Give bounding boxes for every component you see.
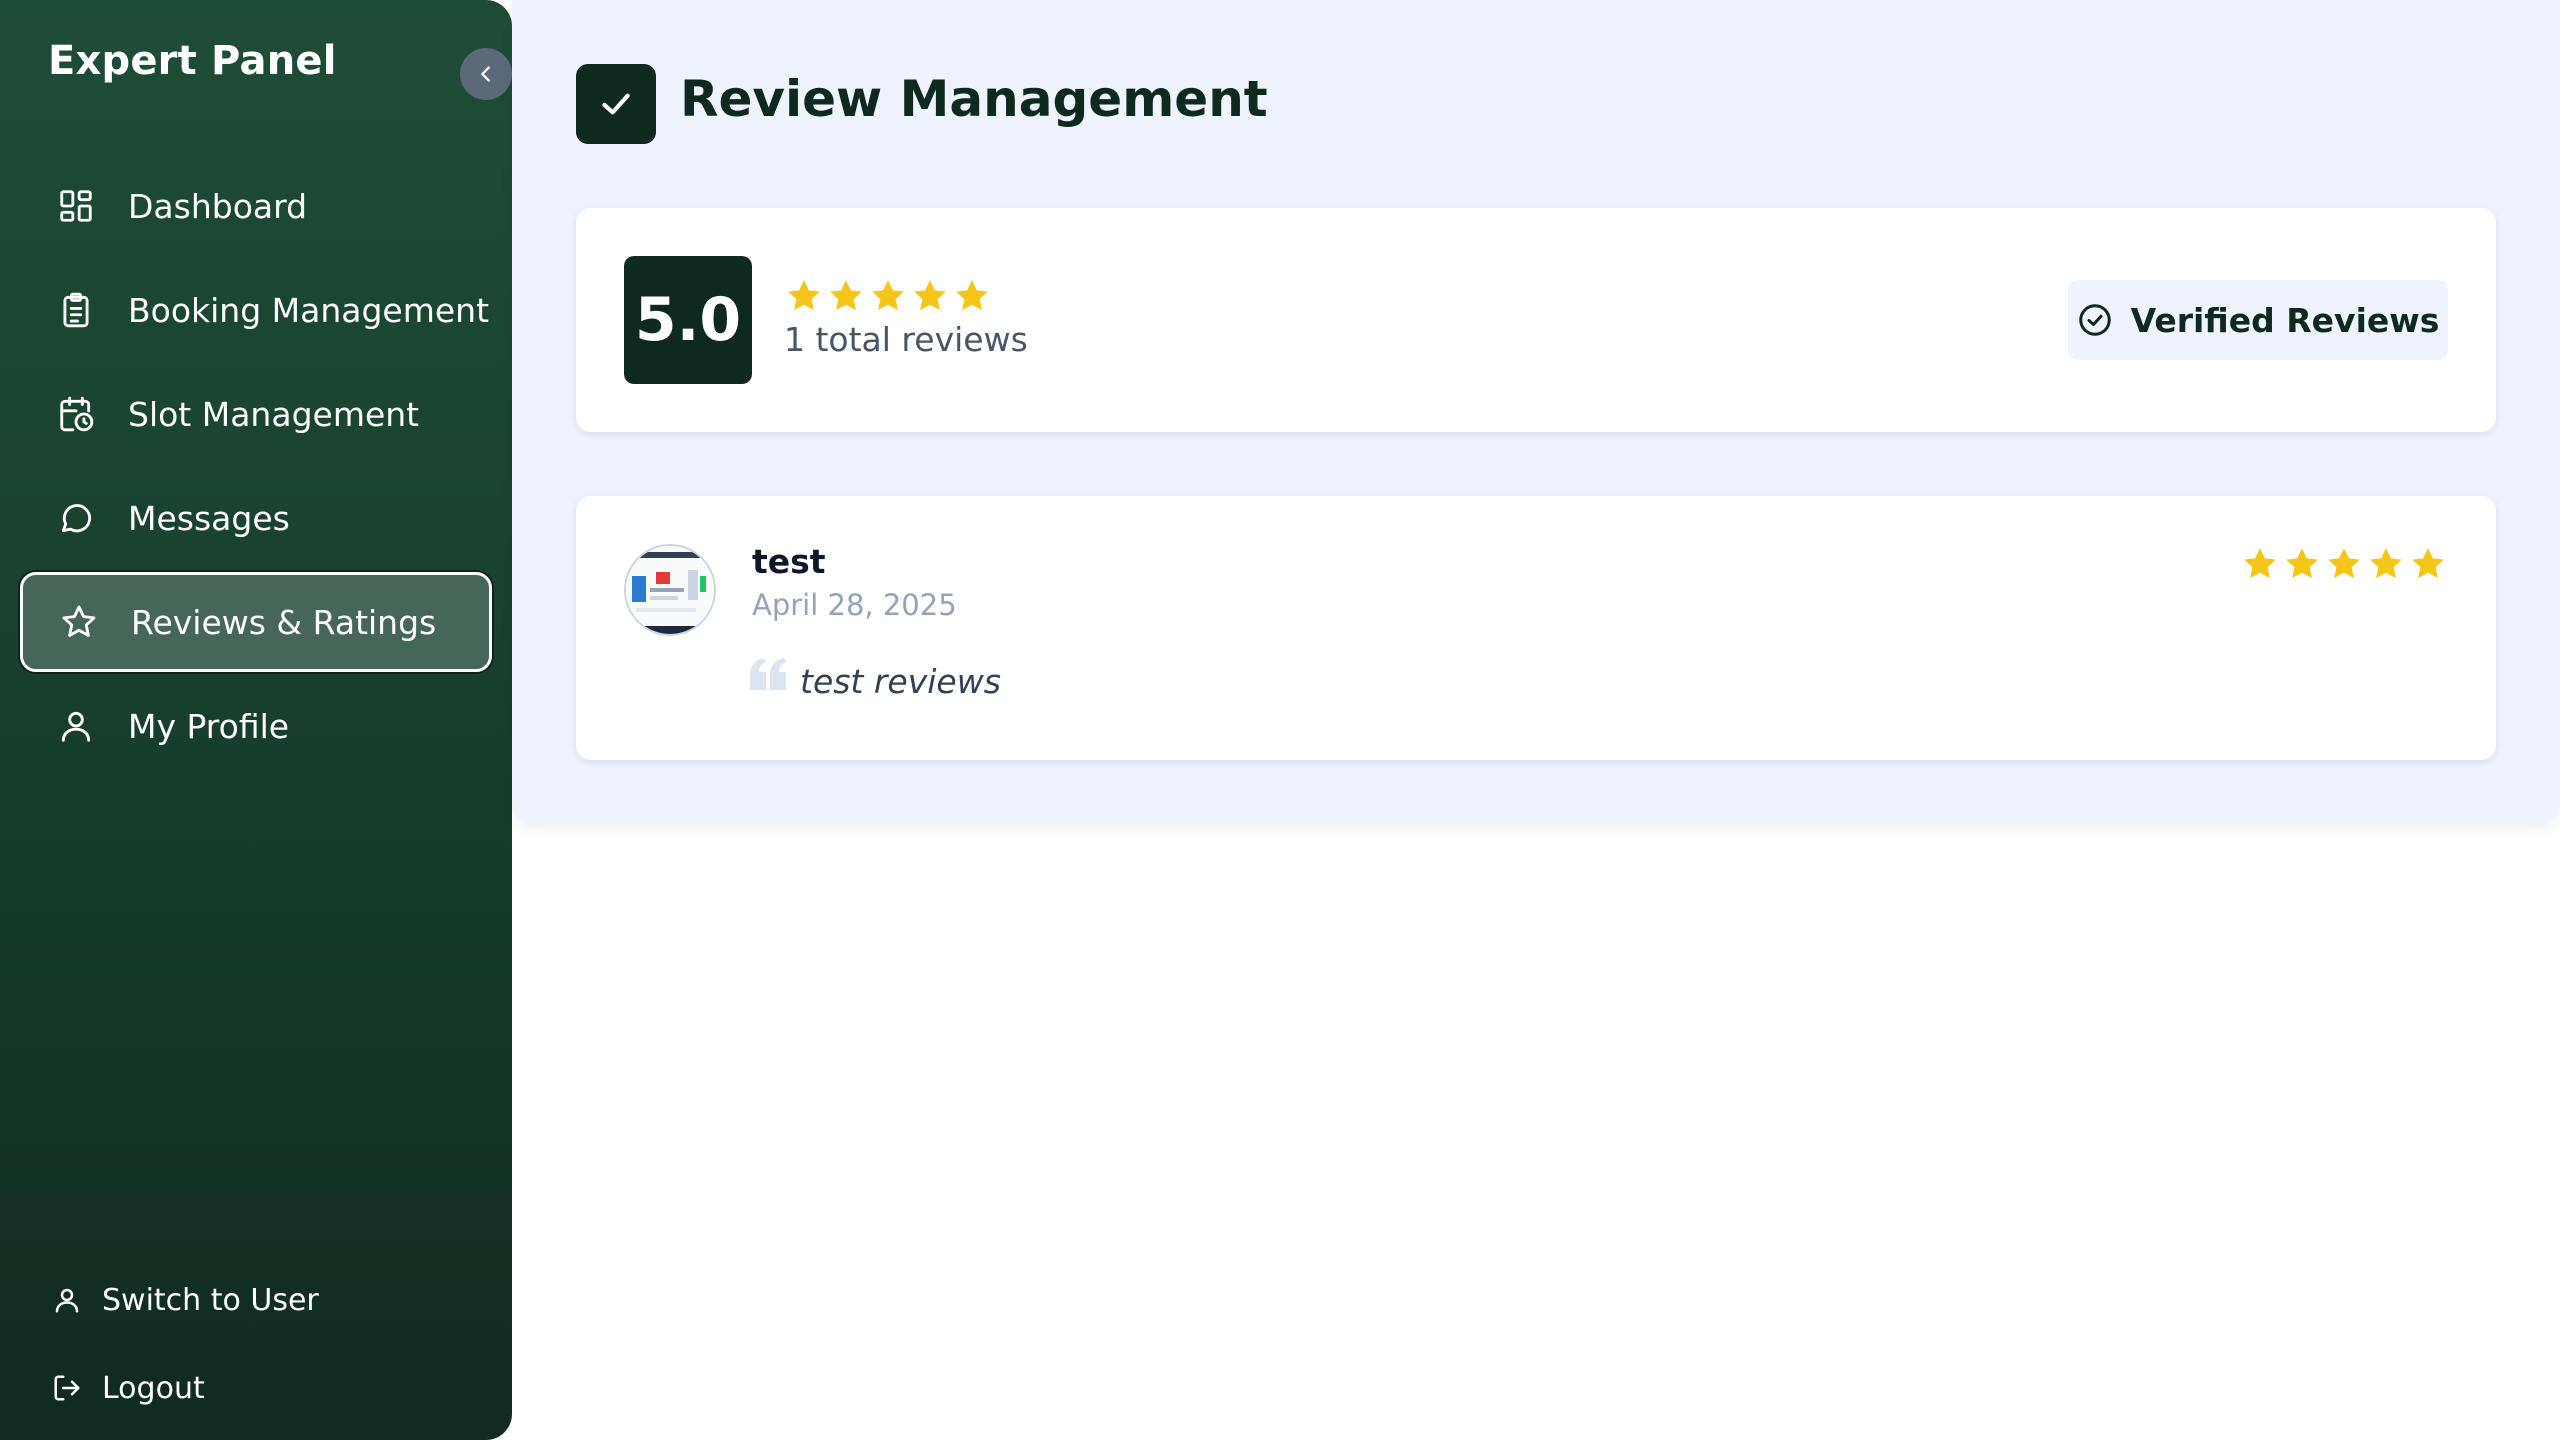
verified-reviews-badge: Verified Reviews [2068,280,2448,360]
switch-to-user-button[interactable]: Switch to User [52,1256,319,1344]
switch-to-user-label: Switch to User [102,1282,319,1318]
star-icon [59,602,99,642]
check-circle-icon [2078,304,2111,336]
sidebar-item-reviews-ratings[interactable]: Reviews & Ratings [20,572,492,672]
total-reviews-count: 1 total reviews [784,320,1028,359]
sidebar-item-booking-management[interactable]: Booking Management [20,260,492,360]
chevron-left-icon [481,66,490,82]
review-card: test April 28, 2025 test reviews [576,496,2496,760]
sidebar-item-label: Reviews & Ratings [131,602,437,642]
summary-stars [784,276,992,316]
logout-label: Logout [102,1370,205,1406]
dashboard-icon [56,186,96,226]
star-icon [2244,548,2276,579]
review-text: test reviews [800,662,1001,701]
star-icon [872,280,904,311]
sidebar-item-label: My Profile [128,706,290,746]
star-icon [914,280,946,311]
average-rating: 5.0 [624,256,752,384]
review-stars [2240,544,2448,584]
star-icon [2412,548,2444,579]
sidebar-bottom-links: Switch to User Logout [52,1256,319,1432]
reviewer-name: test [752,542,826,581]
brand-title: Expert Panel [48,38,337,84]
user-icon [55,1288,79,1313]
verified-reviews-label: Verified Reviews [2130,300,2440,340]
user-icon [56,706,96,746]
avatar [624,544,716,636]
sidebar-item-label: Dashboard [128,186,308,226]
title-badge [576,64,656,144]
sidebar-item-slot-management[interactable]: Slot Management [20,364,492,464]
page-title: Review Management [680,70,1268,128]
clipboard-icon [56,290,96,330]
calendar-clock-icon [56,394,96,434]
star-icon [2328,548,2360,579]
sidebar-item-label: Messages [128,498,290,538]
rating-summary-card: 5.0 1 total reviews Verified Reviews [576,208,2496,432]
star-icon [830,280,862,311]
star-icon [2286,548,2318,579]
logout-icon [54,1375,80,1401]
sidebar: Expert Panel Dashboard Booking Managemen… [0,0,512,1440]
sidebar-item-my-profile[interactable]: My Profile [20,676,492,776]
star-icon [2370,548,2402,579]
sidebar-nav: Dashboard Booking Management Slot Manage… [20,156,492,780]
logout-button[interactable]: Logout [52,1344,319,1432]
sidebar-item-label: Booking Management [128,290,490,330]
check-icon [602,93,630,115]
chat-bubble-icon [56,498,96,538]
star-icon [956,280,988,311]
sidebar-item-label: Slot Management [128,394,420,434]
sidebar-item-messages[interactable]: Messages [20,468,492,568]
sidebar-item-dashboard[interactable]: Dashboard [20,156,492,256]
quote-icon [748,656,788,696]
collapse-sidebar-button[interactable] [460,48,512,100]
review-date: April 28, 2025 [752,588,957,622]
star-icon [788,280,820,311]
